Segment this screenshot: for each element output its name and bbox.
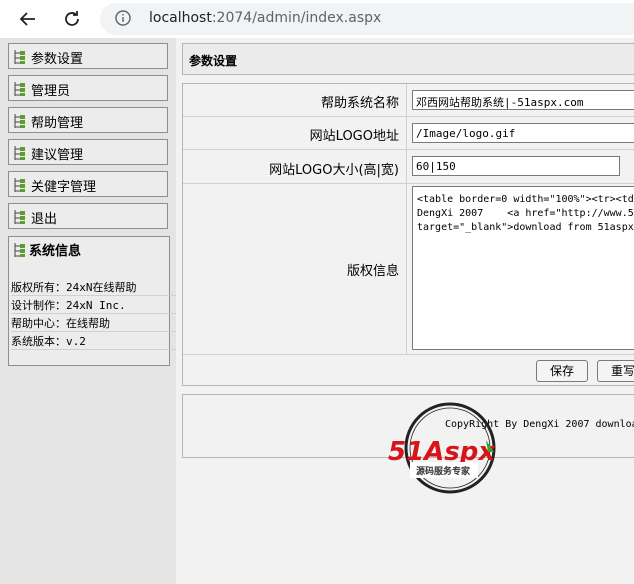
page-title: 参数设置 bbox=[189, 54, 238, 68]
back-button[interactable] bbox=[16, 7, 40, 31]
form-row-logo-url: 网站LOGO地址 /Image/logo.gif bbox=[183, 117, 634, 150]
sidebar-item-label: 参数设置 bbox=[31, 52, 84, 67]
tree-node-icon bbox=[14, 50, 25, 64]
url-text: localhost:2074/admin/index.aspx bbox=[149, 10, 381, 26]
sidebar-item-label: 关健字管理 bbox=[31, 180, 97, 195]
section-header: 参数设置 bbox=[182, 43, 634, 75]
info-icon[interactable] bbox=[115, 10, 131, 26]
tree-node-icon bbox=[14, 210, 25, 224]
url-path: :2074/admin/index.aspx bbox=[211, 10, 382, 26]
url-host: localhost bbox=[149, 10, 212, 26]
sidebar-item-settings[interactable]: 参数设置 bbox=[8, 43, 168, 69]
tree-node-icon bbox=[14, 243, 25, 257]
tree-node-icon bbox=[14, 114, 25, 128]
sidebar-item-admins[interactable]: 管理员 bbox=[8, 75, 168, 101]
sidebar-item-logout[interactable]: 退出 bbox=[8, 203, 168, 229]
watermark-logo: 51Aspx 源码服务专家 bbox=[388, 402, 496, 494]
reload-icon bbox=[65, 11, 79, 26]
sidebar-item-suggestions[interactable]: 建议管理 bbox=[8, 139, 168, 165]
sidebar-item-label: 退出 bbox=[31, 212, 58, 227]
tree-node-icon bbox=[14, 82, 25, 96]
copyright-label: 版权信息 bbox=[346, 264, 399, 279]
logo-size-input[interactable]: 60|150 bbox=[412, 156, 620, 176]
tree-node-icon bbox=[14, 178, 25, 192]
copyright-textarea[interactable]: <table border=0 width="100%"><tr><td Den… bbox=[412, 186, 634, 350]
reset-button[interactable]: 重写 bbox=[597, 360, 634, 382]
sidebar-item-label: 建议管理 bbox=[31, 148, 84, 163]
watermark-tagline: 源码服务专家 bbox=[416, 465, 471, 477]
form-row-system-name: 帮助系统名称 邓西网站帮助系统|-51aspx.com bbox=[183, 84, 634, 117]
main-panel: 参数设置 帮助系统名称 邓西网站帮助系统|-51aspx.com 网站LOGO地… bbox=[176, 38, 634, 584]
sidebar-item-label: 管理员 bbox=[31, 84, 71, 99]
browser-toolbar: localhost:2074/admin/index.aspx bbox=[0, 0, 634, 38]
save-button[interactable]: 保存 bbox=[536, 360, 588, 382]
system-name-label: 帮助系统名称 bbox=[320, 96, 399, 111]
page-content: 参数设置 管理员 帮助管理 建议管理 关健字管理 退出 系统信息 版权所有：24… bbox=[0, 38, 634, 584]
logo-url-label: 网站LOGO地址 bbox=[309, 129, 399, 144]
tree-node-icon bbox=[14, 146, 25, 160]
reload-button[interactable] bbox=[60, 7, 84, 31]
address-bar[interactable]: localhost:2074/admin/index.aspx bbox=[100, 3, 634, 35]
logo-size-label: 网站LOGO大小(高|宽) bbox=[269, 163, 399, 178]
system-info-title: 系统信息 bbox=[29, 244, 82, 259]
system-info-panel: 系统信息 版权所有：24xN在线帮助 设计制作：24xN Inc. 帮助中心：在… bbox=[8, 236, 481, 366]
settings-form: 帮助系统名称 邓西网站帮助系统|-51aspx.com 网站LOGO地址 /Im… bbox=[182, 83, 634, 386]
sidebar-item-keywords[interactable]: 关健字管理 bbox=[8, 171, 168, 197]
sidebar: 参数设置 管理员 帮助管理 建议管理 关健字管理 退出 系统信息 版权所有：24… bbox=[0, 38, 481, 584]
form-row-logo-size: 网站LOGO大小(高|宽) 60|150 bbox=[183, 150, 634, 184]
system-name-input[interactable]: 邓西网站帮助系统|-51aspx.com bbox=[412, 90, 634, 110]
sidebar-item-help-management[interactable]: 帮助管理 bbox=[8, 107, 168, 133]
sidebar-item-label: 帮助管理 bbox=[31, 116, 84, 131]
arrow-left-icon bbox=[19, 12, 35, 26]
logo-url-input[interactable]: /Image/logo.gif bbox=[412, 123, 634, 143]
